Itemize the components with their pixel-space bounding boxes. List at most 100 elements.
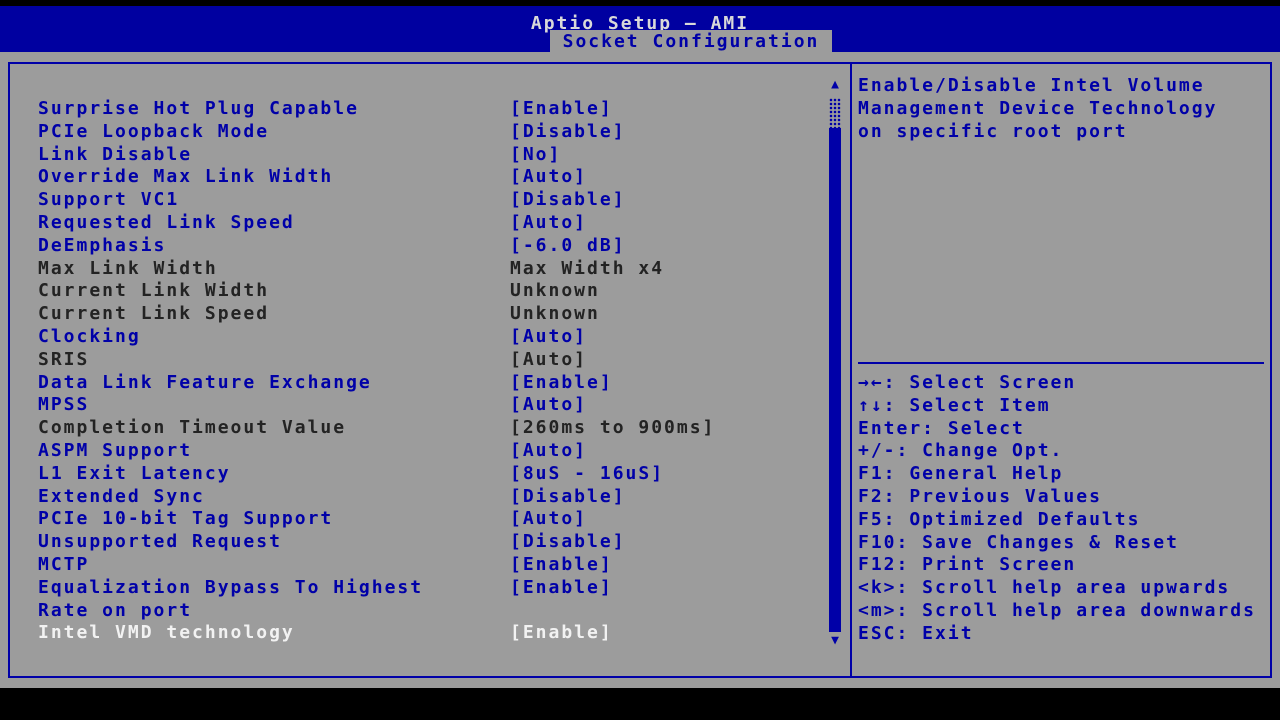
list-item: Max Link Width Max Width x4 [10, 258, 840, 281]
option-label: Override Max Link Width [38, 166, 334, 188]
option-label: PCIe 10-bit Tag Support [38, 508, 334, 530]
option-value: [Disable] [510, 189, 626, 211]
scroll-down-icon[interactable]: ▼ [827, 634, 843, 648]
option-label: Max Link Width [38, 257, 218, 279]
list-item[interactable]: Override Max Link Width [Auto] [10, 166, 840, 189]
scrollbar[interactable]: ▲ ▼ [827, 78, 843, 662]
help-panel: Enable/Disable Intel Volume Management De… [852, 64, 1270, 676]
option-value: [Enable] [510, 371, 613, 393]
option-value: [Auto] [510, 394, 588, 416]
tab-socket-configuration[interactable]: Socket Configuration [550, 30, 832, 52]
key-hint: F12: Print Screen [858, 554, 1077, 576]
key-legend: →←: Select Screen ↑↓: Select Item Enter: S… [858, 372, 1256, 646]
option-label: Intel VMD technology [38, 622, 295, 644]
list-item[interactable]: Link Disable [No] [10, 144, 840, 167]
option-value: [-6.0 dB] [510, 234, 626, 256]
options-list: Surprise Hot Plug Capable [Enable] PCIe Lo… [10, 98, 840, 645]
list-item[interactable]: L1 Exit Latency [8uS - 16uS] [10, 463, 840, 486]
list-item: SRIS [Auto] [10, 349, 840, 372]
option-value: Unknown [510, 280, 600, 302]
list-item[interactable]: PCIe 10-bit Tag Support [Auto] [10, 508, 840, 531]
option-label: Clocking [38, 325, 141, 347]
tab-label: Socket Configuration [562, 31, 820, 52]
list-item[interactable]: Support VC1 [Disable] [10, 189, 840, 212]
list-item: Current Link Width Unknown [10, 280, 840, 303]
list-item[interactable]: DeEmphasis [-6.0 dB] [10, 235, 840, 258]
option-label: Surprise Hot Plug Capable [38, 98, 359, 119]
option-value: [Enable] [510, 622, 613, 644]
option-label: DeEmphasis [38, 234, 167, 256]
key-hint: F10: Save Changes & Reset [858, 531, 1179, 553]
list-item[interactable]: MPSS [Auto] [10, 394, 840, 417]
option-label: Extended Sync [38, 485, 205, 507]
key-hint: F5: Optimized Defaults [858, 508, 1141, 530]
key-hint: F1: General Help [858, 463, 1064, 485]
key-hint: →←: Select Screen [858, 372, 1077, 393]
option-label: Link Disable [38, 143, 193, 165]
option-label: Requested Link Speed [38, 211, 295, 233]
scrollbar-thumb-texture [829, 98, 841, 128]
key-hint: Enter: Select [858, 417, 1025, 439]
option-value: [Disable] [510, 531, 626, 553]
option-label: Completion Timeout Value [38, 417, 347, 439]
option-value: [Disable] [510, 485, 626, 507]
option-value: Max Width x4 [510, 257, 665, 279]
option-label: Equalization Bypass To Highest [38, 576, 424, 598]
list-item[interactable]: ASPM Support [Auto] [10, 440, 840, 463]
list-item[interactable]: Requested Link Speed [Auto] [10, 212, 840, 235]
option-value: [Enable] [510, 553, 613, 575]
option-value: [Auto] [510, 325, 588, 347]
list-item[interactable]: Surprise Hot Plug Capable [Enable] [10, 98, 840, 121]
option-label: PCIe Loopback Mode [38, 120, 270, 142]
option-value: [Disable] [510, 120, 626, 142]
bios-setup-screen: Aptio Setup – AMI Socket Configuration S… [0, 0, 1280, 720]
option-value: Unknown [510, 303, 600, 325]
list-item[interactable]: MCTP [Enable] [10, 554, 840, 577]
option-value: [260ms to 900ms] [510, 417, 716, 439]
key-hint: +/-: Change Opt. [858, 440, 1064, 462]
option-value: [Auto] [510, 439, 588, 461]
option-value: [Enable] [510, 576, 613, 598]
key-hint: ESC: Exit [858, 622, 974, 644]
option-label: Current Link Speed [38, 303, 270, 325]
list-item: Completion Timeout Value [260ms to 900ms] [10, 417, 840, 440]
option-value: [8uS - 16uS] [510, 462, 665, 484]
option-value: [No] [510, 143, 562, 165]
option-label: Rate on port [38, 599, 193, 621]
option-label: MCTP [38, 553, 90, 575]
scrollbar-thumb[interactable] [829, 98, 841, 632]
help-text: Enable/Disable Intel Volume Management De… [858, 75, 1217, 143]
key-hint: ↑↓: Select Item [858, 394, 1051, 416]
option-label: L1 Exit Latency [38, 462, 231, 484]
help-text-line: on specific root port [858, 120, 1128, 142]
key-hint: F2: Previous Values [858, 485, 1102, 507]
list-item[interactable]: Data Link Feature Exchange [Enable] [10, 372, 840, 395]
list-item: Current Link Speed Unknown [10, 303, 840, 326]
main-panel: Surprise Hot Plug Capable [Enable] PCIe Lo… [8, 62, 1272, 678]
option-label: Current Link Width [38, 280, 270, 302]
option-label: MPSS [38, 394, 90, 416]
option-value: [Enable] [510, 98, 613, 119]
option-label: SRIS [38, 348, 90, 370]
option-label: Data Link Feature Exchange [38, 371, 372, 393]
option-value: [Auto] [510, 166, 588, 188]
list-item[interactable]: Clocking [Auto] [10, 326, 840, 349]
option-value: [Auto] [510, 211, 588, 233]
help-text-line: Enable/Disable Intel Volume [858, 75, 1205, 96]
option-value: [Auto] [510, 348, 588, 370]
list-item[interactable]: Equalization Bypass To Highest [Enable] [10, 577, 840, 600]
option-label: Unsupported Request [38, 531, 282, 553]
list-item[interactable]: Intel VMD technology [Enable] [10, 622, 840, 645]
help-text-line: Management Device Technology [858, 97, 1218, 119]
list-item[interactable]: Extended Sync [Disable] [10, 486, 840, 509]
key-hint: <m>: Scroll help area downwards [858, 599, 1256, 621]
option-label: Support VC1 [38, 189, 180, 211]
list-item[interactable]: Unsupported Request [Disable] [10, 531, 840, 554]
key-hint: <k>: Scroll help area upwards [858, 577, 1231, 599]
bottom-bar [0, 688, 1280, 720]
scroll-up-icon[interactable]: ▲ [827, 78, 843, 92]
list-item[interactable]: Rate on port [10, 600, 840, 623]
option-label: ASPM Support [38, 439, 193, 461]
list-item[interactable]: PCIe Loopback Mode [Disable] [10, 121, 840, 144]
help-divider [858, 362, 1264, 364]
